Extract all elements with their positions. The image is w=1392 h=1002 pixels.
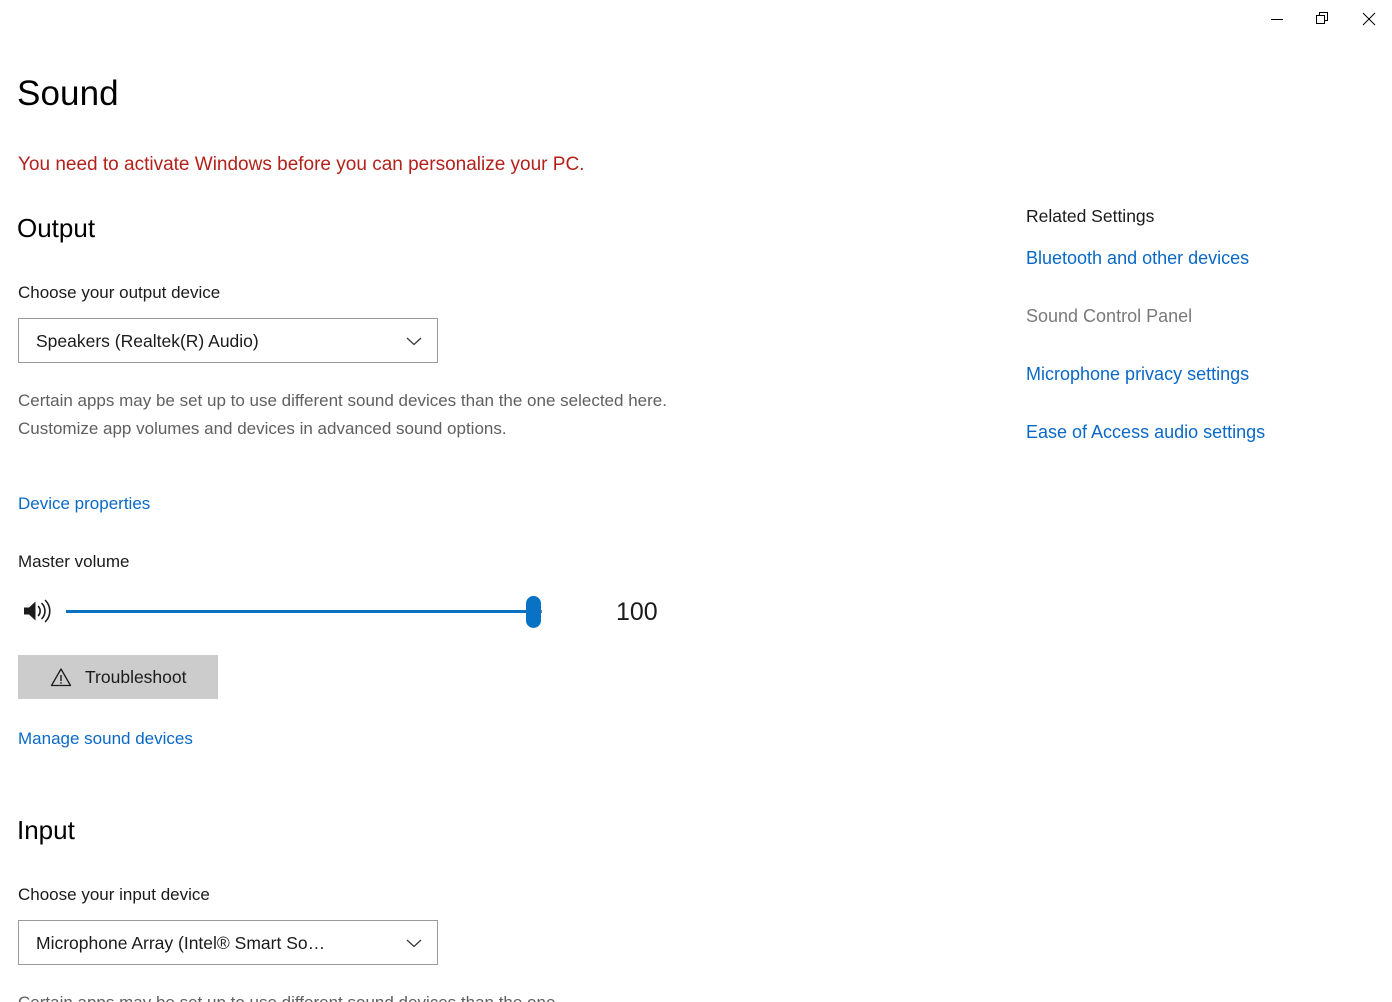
chevron-down-icon bbox=[401, 937, 427, 949]
title-bar bbox=[0, 0, 1392, 38]
page-title: Sound bbox=[17, 74, 119, 113]
sound-settings-window: Sound You need to activate Windows befor… bbox=[0, 0, 1392, 1002]
chevron-down-icon bbox=[401, 335, 427, 347]
related-link-microphone-privacy-settings[interactable]: Microphone privacy settings bbox=[1026, 362, 1376, 386]
troubleshoot-button-label: Troubleshoot bbox=[85, 667, 187, 687]
related-link-bluetooth-and-other-devices[interactable]: Bluetooth and other devices bbox=[1026, 246, 1376, 270]
output-device-label: Choose your output device bbox=[18, 283, 221, 302]
related-link-ease-of-access-audio-settings[interactable]: Ease of Access audio settings bbox=[1026, 420, 1376, 444]
minimize-icon bbox=[1270, 12, 1284, 26]
troubleshoot-button[interactable]: Troubleshoot bbox=[18, 655, 218, 699]
master-volume-value: 100 bbox=[616, 598, 658, 626]
restore-button[interactable] bbox=[1300, 0, 1346, 38]
device-properties-link[interactable]: Device properties bbox=[18, 492, 150, 516]
related-settings-heading: Related Settings bbox=[1026, 206, 1155, 226]
input-device-label: Choose your input device bbox=[18, 885, 210, 904]
master-volume-row: 100 bbox=[18, 590, 678, 634]
warning-triangle-icon bbox=[50, 667, 72, 687]
close-button[interactable] bbox=[1346, 0, 1392, 38]
speaker-volume-icon bbox=[22, 597, 54, 625]
input-device-value: Microphone Array (Intel® Smart So… bbox=[36, 932, 326, 953]
input-section-heading: Input bbox=[17, 815, 75, 845]
output-section-heading: Output bbox=[17, 213, 96, 243]
related-settings-panel: Related Settings Bluetooth and other dev… bbox=[1026, 204, 1376, 478]
master-volume-slider[interactable] bbox=[66, 590, 542, 634]
output-device-value: Speakers (Realtek(R) Audio) bbox=[36, 330, 259, 351]
close-icon bbox=[1362, 12, 1376, 26]
output-device-select[interactable]: Speakers (Realtek(R) Audio) bbox=[18, 318, 438, 363]
master-volume-label: Master volume bbox=[18, 552, 130, 571]
slider-thumb[interactable] bbox=[526, 596, 541, 628]
manage-sound-devices-link[interactable]: Manage sound devices bbox=[18, 727, 193, 751]
input-help-text: Certain apps may be set up to use differ… bbox=[18, 989, 690, 1002]
input-device-select[interactable]: Microphone Array (Intel® Smart So… bbox=[18, 920, 438, 965]
window-controls bbox=[1254, 0, 1392, 38]
restore-icon bbox=[1316, 12, 1330, 26]
slider-fill bbox=[66, 610, 534, 613]
activation-warning-text: You need to activate Windows before you … bbox=[18, 154, 585, 175]
output-help-text: Certain apps may be set up to use differ… bbox=[18, 391, 667, 438]
related-link-sound-control-panel[interactable]: Sound Control Panel bbox=[1026, 304, 1376, 328]
minimize-button[interactable] bbox=[1254, 0, 1300, 38]
